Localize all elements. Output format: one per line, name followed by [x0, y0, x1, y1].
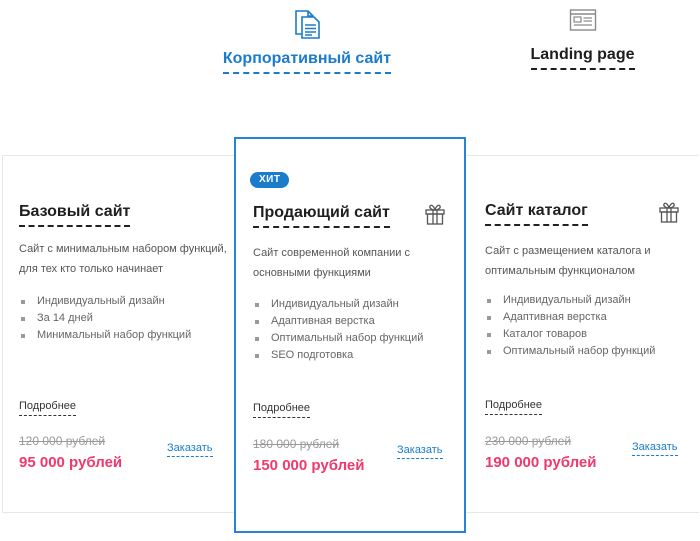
plan-title: Сайт каталог	[485, 201, 588, 226]
price: 150 000 рублей	[253, 457, 365, 474]
details-link[interactable]: Подробнее	[485, 398, 543, 415]
feature-list: Индивидуальный дизайн Адаптивная верстка…	[253, 296, 423, 364]
tab-corporate-site[interactable]: Корпоративный сайт	[221, 8, 393, 74]
plan-description-line: основными функциями	[253, 267, 371, 279]
plan-description-line: Сайт современной компании с	[253, 247, 411, 259]
details-link[interactable]: Подробнее	[19, 399, 77, 416]
webpage-icon	[569, 9, 596, 31]
plan-card-base: Базовый сайт Сайт с минимальным набором …	[2, 155, 234, 513]
feature-item: Каталог товаров	[485, 326, 655, 343]
hit-badge: ХИТ	[250, 172, 290, 188]
order-button[interactable]: Заказать	[632, 440, 678, 456]
plan-description: Сайт с минимальным набором функций, для …	[19, 239, 227, 279]
plan-description: Сайт с размещением каталога и оптимальны…	[485, 241, 651, 281]
order-button[interactable]: Заказать	[167, 441, 213, 457]
old-price: 180 000 рублей	[253, 437, 340, 451]
plan-description: Сайт современной компании с основными фу…	[253, 243, 410, 283]
feature-list: Индивидуальный дизайн За 14 дней Минимал…	[19, 293, 191, 344]
feature-item: Адаптивная верстка	[485, 309, 655, 326]
tab-landing-label[interactable]: Landing page	[530, 45, 635, 70]
price: 95 000 рублей	[19, 454, 123, 471]
gift-icon	[425, 204, 445, 225]
feature-item: Адаптивная верстка	[253, 313, 423, 330]
price: 190 000 рублей	[485, 454, 597, 471]
feature-item: SEO подготовка	[253, 347, 423, 364]
feature-item: Индивидуальный дизайн	[19, 293, 191, 310]
plan-description-line: Сайт с минимальным набором функций,	[19, 243, 227, 255]
feature-item: Индивидуальный дизайн	[253, 296, 423, 313]
plan-title: Базовый сайт	[19, 202, 131, 227]
plan-description-line: для тех кто только начинает	[19, 263, 164, 275]
feature-item: Оптимальный набор функций	[253, 330, 423, 347]
feature-item: Оптимальный набор функций	[485, 343, 655, 360]
plan-description-line: Сайт с размещением каталога и	[485, 245, 651, 257]
details-link[interactable]: Подробнее	[253, 401, 311, 418]
plan-description-line: оптимальным функционалом	[485, 265, 635, 277]
feature-item: Индивидуальный дизайн	[485, 292, 655, 309]
feature-list: Индивидуальный дизайн Адаптивная верстка…	[485, 292, 655, 360]
feature-item: Минимальный набор функций	[19, 327, 191, 344]
documents-icon	[295, 10, 320, 39]
order-button[interactable]: Заказать	[397, 443, 443, 459]
feature-item: За 14 дней	[19, 310, 191, 327]
plan-card-catalog: Сайт каталог Сайт с размещением каталога…	[466, 155, 698, 513]
old-price: 230 000 рублей	[485, 434, 572, 448]
old-price: 120 000 рублей	[19, 434, 106, 448]
gift-icon	[659, 202, 679, 223]
plan-card-selling: ХИТ Продающий сайт Сайт современной комп…	[234, 137, 466, 533]
tab-corporate-label[interactable]: Корпоративный сайт	[222, 49, 392, 74]
plan-title: Продающий сайт	[253, 203, 390, 228]
tab-landing-page[interactable]: Landing page	[520, 8, 645, 70]
